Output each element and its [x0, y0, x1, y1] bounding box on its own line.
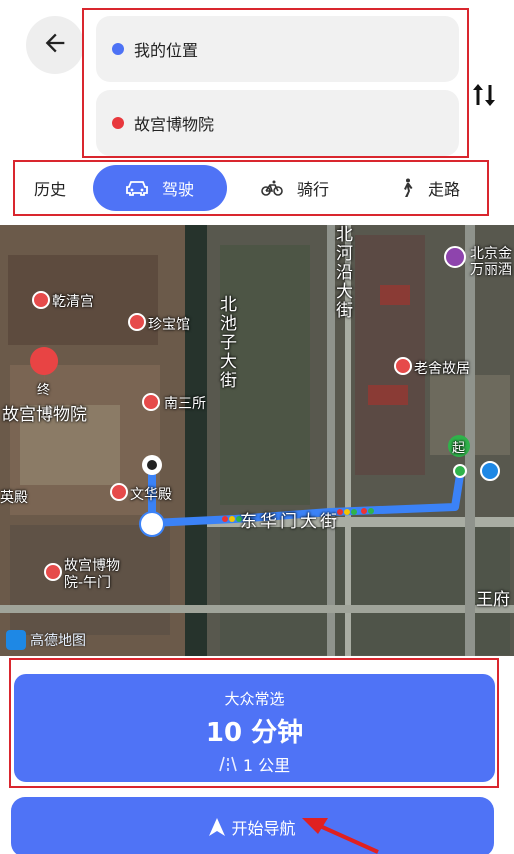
swap-icon — [471, 81, 497, 113]
road-icon — [219, 755, 237, 773]
poi-marker-icon — [142, 393, 160, 411]
route-distance: 1 公里 — [242, 756, 291, 775]
poi-marker-icon — [394, 357, 412, 375]
map-label-wumen: 故宫博物院-午门 — [64, 558, 120, 591]
map-label-qianqinggong: 乾清宫 — [52, 294, 94, 310]
arrow-left-icon — [41, 29, 69, 61]
map-view[interactable]: 乾清宫 珍宝馆 故宫博物院 南三所 文华殿 英殿 故宫博物院-午门 北池子大街 … — [0, 225, 514, 656]
amap-logo-icon — [6, 630, 26, 650]
map-label-yingdian: 英殿 — [0, 490, 28, 506]
watermark-text: 高德地图 — [30, 633, 86, 649]
destination-marker-label: 终 — [37, 383, 51, 398]
map-label-wenhuadian: 文华殿 — [130, 487, 172, 503]
start-location-field[interactable]: 我的位置 — [96, 16, 459, 82]
route-time: 10 分钟 — [205, 718, 304, 748]
map-watermark: 高德地图 — [6, 630, 86, 650]
route-card-highlight: 大众常选 10 分钟 1 公里 — [9, 658, 499, 788]
route-option-card[interactable]: 大众常选 10 分钟 1 公里 — [14, 674, 495, 782]
map-label-nansansuo: 南三所 — [164, 396, 206, 412]
tab-drive[interactable]: 驾驶 — [93, 165, 227, 211]
car-icon — [126, 180, 148, 196]
map-label-gugong: 故宫博物院 — [2, 405, 87, 425]
route-inputs-highlight: 我的位置 故宫博物院 — [82, 8, 469, 158]
poi-marker-icon — [44, 563, 62, 581]
route-distance-row: 1 公里 — [14, 752, 495, 776]
travel-mode-tabs: 历史 驾驶 骑行 走路 — [13, 160, 489, 216]
destination-field[interactable]: 故宫博物院 — [96, 90, 459, 156]
route-tag: 大众常选 — [224, 690, 285, 708]
start-navigation-label: 开始导航 — [231, 819, 296, 838]
map-label-beiheyan: 北河沿大街 — [332, 225, 352, 320]
tab-history[interactable]: 历史 — [21, 165, 79, 211]
start-location-text: 我的位置 — [134, 41, 199, 60]
destination-text: 故宫博物院 — [134, 115, 215, 134]
map-label-wanlijiu: 万丽酒 — [470, 262, 512, 278]
swap-route-button[interactable] — [470, 82, 498, 112]
back-button[interactable] — [26, 16, 84, 74]
map-label-wangfu: 王府 — [476, 590, 510, 610]
bicycle-icon — [261, 180, 283, 196]
start-navigation-button[interactable]: 开始导航 — [11, 797, 494, 854]
end-dot-icon — [112, 117, 124, 129]
poi-marker-icon — [110, 483, 128, 501]
tab-drive-label: 驾驶 — [161, 180, 194, 199]
navigation-arrow-icon — [209, 818, 226, 836]
walking-icon — [400, 178, 414, 198]
tab-ride[interactable]: 骑行 — [245, 165, 345, 211]
start-dot-icon — [112, 43, 124, 55]
tab-walk-label: 走路 — [427, 180, 460, 199]
tab-history-label: 历史 — [33, 180, 66, 199]
poi-marker-icon — [32, 291, 50, 309]
tab-walk[interactable]: 走路 — [380, 165, 480, 211]
poi-marker-icon — [128, 313, 146, 331]
tab-ride-label: 骑行 — [296, 180, 329, 199]
map-label-laoshe: 老舍故居 — [414, 361, 470, 377]
map-label-donghuamen: 东华门大街 — [240, 512, 340, 532]
start-marker-label: 起 — [452, 441, 466, 456]
navigation-screen: 我的位置 故宫博物院 历史 驾驶 骑行 走路 乾清宫 珍宝馆 故宫博物院 南三所… — [0, 0, 514, 854]
map-label-zhenbaoguan: 珍宝馆 — [148, 317, 190, 333]
annotation-arrow-icon — [302, 818, 379, 854]
map-label-beichizi: 北池子大街 — [216, 295, 236, 390]
